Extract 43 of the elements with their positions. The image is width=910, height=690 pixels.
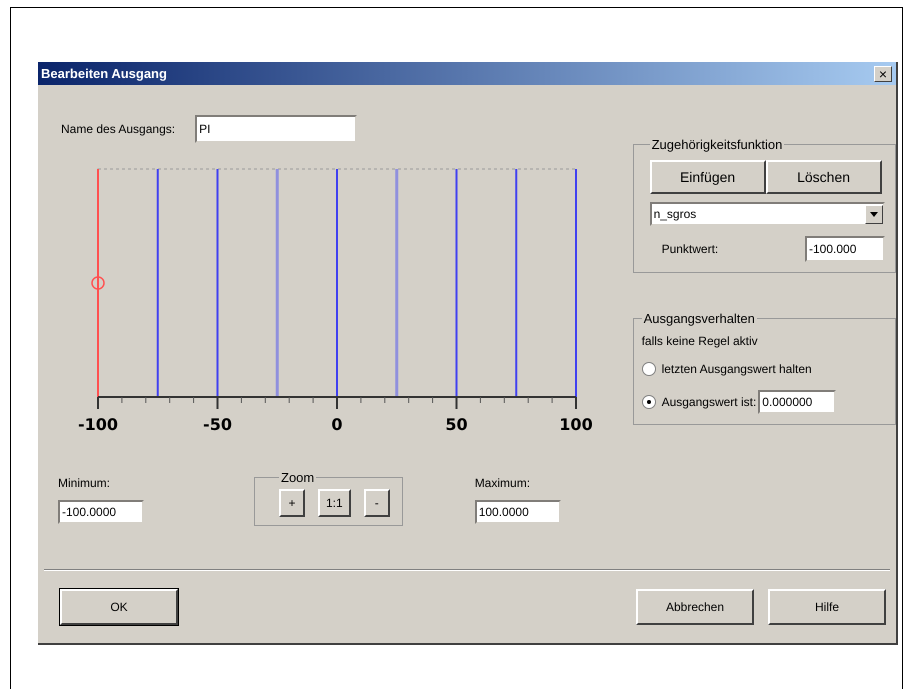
group-title: Zoom bbox=[280, 470, 316, 485]
tick-label: -100 bbox=[78, 415, 118, 431]
radio-label: letzten Ausgangswert halten bbox=[662, 362, 812, 376]
window-title: Bearbeiten Ausgang bbox=[41, 66, 167, 81]
membership-line[interactable] bbox=[515, 169, 518, 397]
membership-line[interactable] bbox=[456, 169, 458, 397]
name-field[interactable]: PI bbox=[195, 115, 358, 143]
zoom-button[interactable]: 1:1 bbox=[318, 489, 351, 517]
membership-line[interactable] bbox=[156, 169, 159, 397]
membership-line[interactable] bbox=[395, 169, 398, 397]
radio-button[interactable] bbox=[642, 395, 656, 409]
tick-label: -50 bbox=[203, 415, 232, 431]
membership-line[interactable] bbox=[575, 169, 577, 397]
field-label: Name des Ausgangs: bbox=[61, 122, 176, 136]
zoom-button[interactable]: + bbox=[279, 489, 305, 517]
tick-label: 100 bbox=[559, 415, 593, 431]
tick-label: 50 bbox=[445, 415, 468, 431]
membership-line[interactable] bbox=[97, 169, 99, 397]
point-handle[interactable] bbox=[91, 276, 105, 290]
radio-label: Ausgangswert ist: bbox=[662, 395, 756, 409]
membership-line[interactable] bbox=[276, 169, 279, 397]
field-label: Punktwert: bbox=[662, 242, 718, 256]
minimum-field[interactable]: -100.0000 bbox=[58, 500, 144, 524]
group-title: Zugehörigkeitsfunktion bbox=[650, 137, 784, 152]
dialog-button[interactable]: Abbrechen bbox=[636, 589, 754, 625]
note-text: falls keine Regel aktiv bbox=[642, 334, 759, 348]
field-label: Minimum: bbox=[58, 476, 112, 490]
action-button[interactable]: Einfügen bbox=[650, 160, 766, 194]
group-title: Ausgangsverhalten bbox=[642, 311, 756, 326]
dialog-button[interactable]: OK bbox=[60, 589, 178, 625]
field-label: Maximum: bbox=[474, 476, 532, 490]
radio-button[interactable] bbox=[642, 362, 656, 376]
close-button[interactable]: × bbox=[874, 66, 892, 82]
action-button[interactable]: Löschen bbox=[766, 160, 882, 194]
zoom-button[interactable]: - bbox=[364, 489, 390, 517]
point-value-field[interactable]: -100.000 bbox=[805, 236, 885, 262]
tick-label: 0 bbox=[331, 415, 343, 431]
output-value-field[interactable]: 0.000000 bbox=[758, 390, 836, 414]
maximum-field[interactable]: 100.0000 bbox=[474, 500, 561, 524]
dialog-button[interactable]: Hilfe bbox=[768, 589, 886, 625]
membership-line[interactable] bbox=[216, 169, 218, 397]
function-dropdown[interactable]: n_sgros bbox=[650, 202, 885, 226]
membership-line[interactable] bbox=[336, 169, 338, 397]
